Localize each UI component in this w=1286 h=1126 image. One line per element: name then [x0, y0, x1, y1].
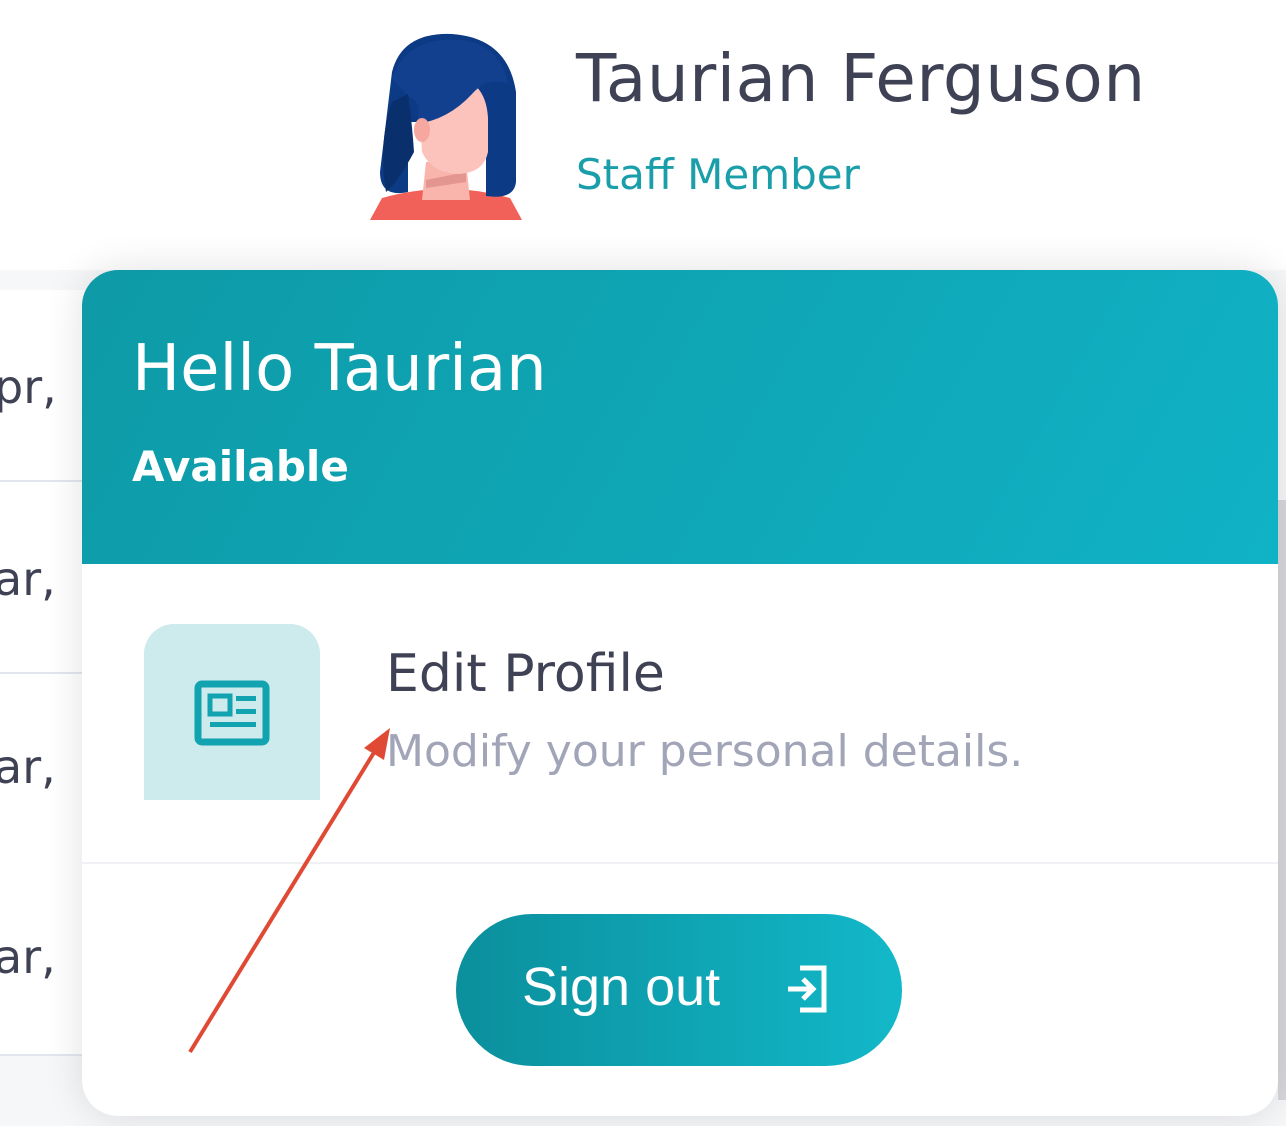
table-cell-date: ar, [0, 930, 56, 984]
user-name: Taurian Ferguson [576, 40, 1146, 117]
table-row: ar, [0, 674, 90, 866]
menu-item-title: Edit Profile [386, 644, 665, 704]
scrollbar[interactable] [1278, 500, 1286, 1100]
id-card-icon [194, 680, 270, 746]
menu-item-edit-profile[interactable]: Edit Profile Modify your personal detail… [82, 564, 1278, 864]
dropdown-header: Hello Taurian Available [82, 270, 1278, 564]
table-row: pr, [0, 290, 90, 482]
table-cell-date: ar, [0, 740, 56, 794]
menu-item-description: Modify your personal details. [386, 726, 1024, 777]
user-avatar-icon[interactable] [368, 32, 524, 220]
user-dropdown-menu: Hello Taurian Available Edit Profile Mod… [82, 270, 1278, 1116]
sign-out-icon [788, 965, 827, 1013]
user-role: Staff Member [576, 150, 860, 199]
table-row: ar, [0, 864, 90, 1056]
edit-profile-icon-box [144, 624, 320, 800]
table-cell-date: ar, [0, 552, 56, 606]
sign-out-button[interactable]: Sign out [456, 914, 902, 1066]
sign-out-label: Sign out [522, 957, 721, 1017]
greeting-text: Hello Taurian [132, 332, 547, 406]
table-row: ar, [0, 482, 90, 674]
table-cell-date: pr, [0, 360, 57, 414]
availability-status: Available [132, 442, 349, 491]
user-header: Taurian Ferguson Staff Member [0, 0, 1286, 270]
